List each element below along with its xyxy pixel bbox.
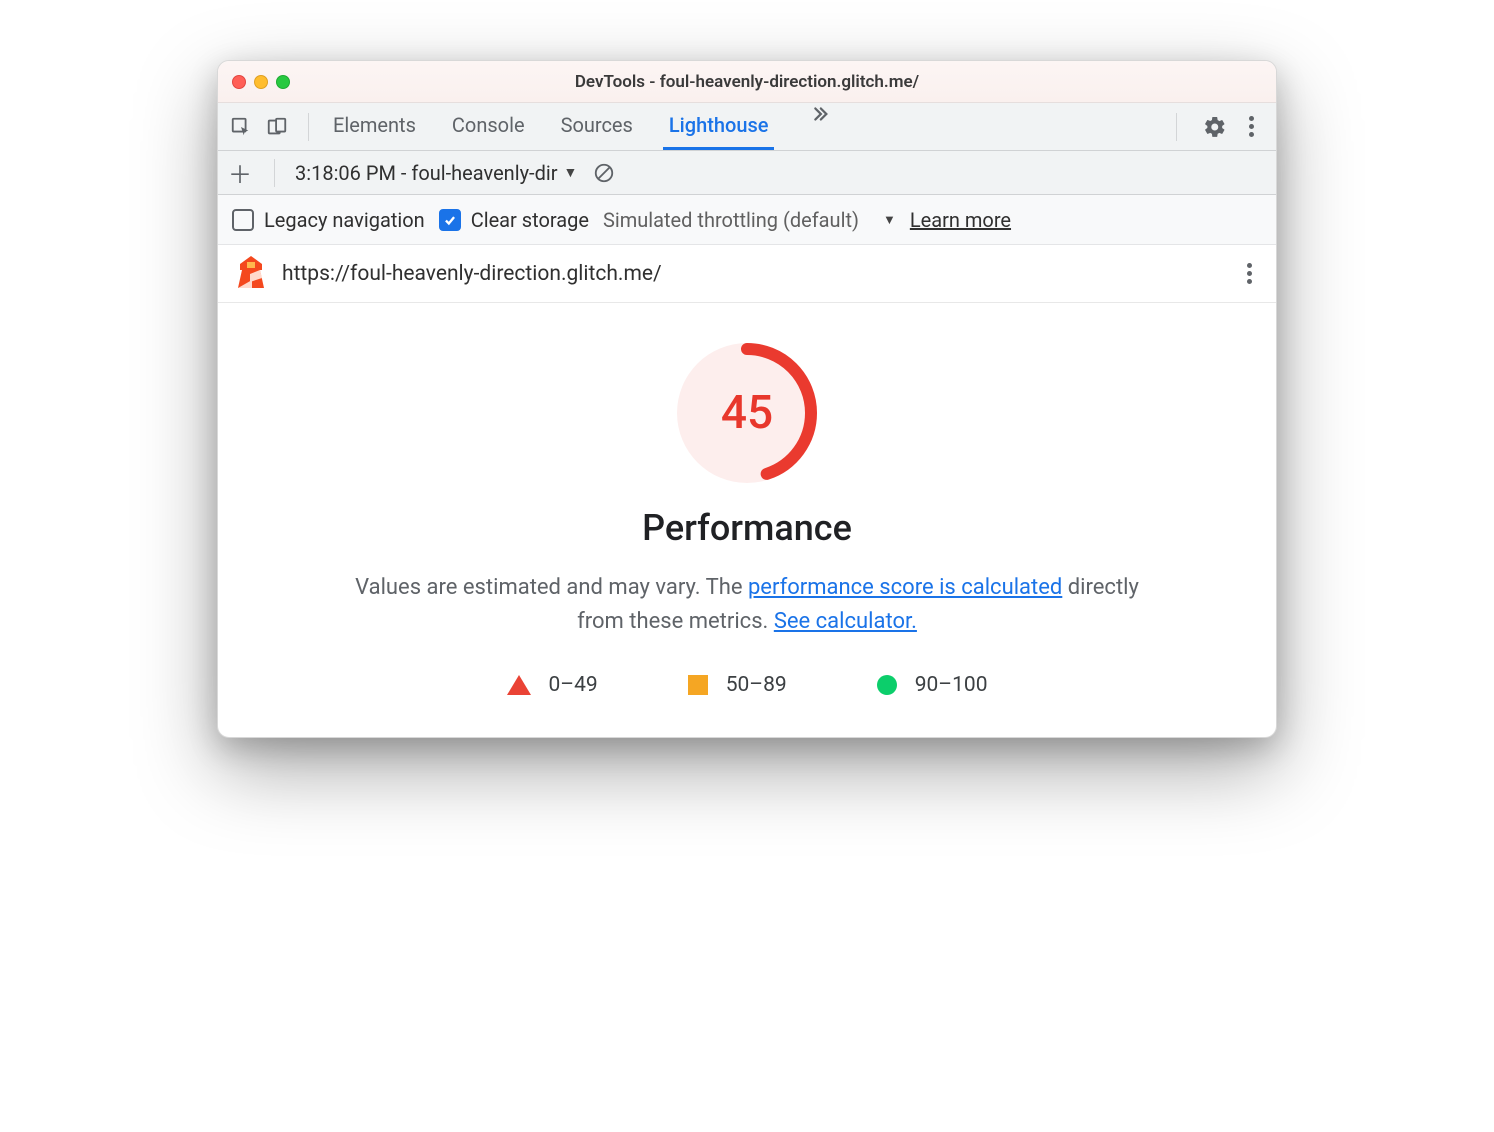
clear-storage-checkbox[interactable] [439, 209, 461, 231]
see-calculator-link[interactable]: See calculator. [774, 609, 917, 634]
more-tabs-icon[interactable] [798, 103, 840, 150]
circle-icon [877, 675, 897, 695]
separator [274, 159, 275, 187]
separator [1176, 113, 1177, 141]
tabs: Elements Console Sources Lighthouse [319, 103, 1166, 150]
traffic-lights [232, 75, 290, 89]
throttling-select[interactable]: Simulated throttling (default) ▼ [603, 208, 896, 232]
report-select-label: 3:18:06 PM - foul-heavenly-dir [295, 161, 558, 185]
legend-average: 50–89 [688, 673, 787, 697]
report-menu-icon[interactable] [1241, 257, 1258, 290]
tab-lighthouse[interactable]: Lighthouse [663, 103, 775, 150]
legend-fail: 0–49 [507, 673, 598, 697]
performance-gauge[interactable]: 45 [677, 343, 817, 483]
legend-pass: 90–100 [877, 673, 988, 697]
inspect-element-icon[interactable] [230, 116, 252, 138]
category-description: Values are estimated and may vary. The p… [347, 571, 1147, 639]
title-bar: DevTools - foul-heavenly-direction.glitc… [218, 61, 1276, 103]
tab-sources[interactable]: Sources [555, 103, 639, 150]
devtools-menu-icon[interactable] [1243, 110, 1260, 143]
tab-console[interactable]: Console [446, 103, 531, 150]
triangle-icon [507, 675, 531, 695]
legend-average-range: 50–89 [726, 673, 787, 697]
chevron-down-icon: ▼ [883, 212, 896, 228]
legend-fail-range: 0–49 [549, 673, 598, 697]
window-minimize-button[interactable] [254, 75, 268, 89]
lighthouse-toolbar: ＋ 3:18:06 PM - foul-heavenly-dir ▼ [218, 151, 1276, 195]
window-maximize-button[interactable] [276, 75, 290, 89]
learn-more-link[interactable]: Learn more [910, 208, 1011, 232]
lighthouse-logo-icon [236, 256, 266, 292]
legacy-navigation-option[interactable]: Legacy navigation [232, 208, 425, 232]
legacy-navigation-checkbox[interactable] [232, 209, 254, 231]
window-title: DevTools - foul-heavenly-direction.glitc… [218, 72, 1276, 92]
clear-storage-option[interactable]: Clear storage [439, 208, 589, 232]
devtools-tabbar: Elements Console Sources Lighthouse [218, 103, 1276, 151]
report-url: https://foul-heavenly-direction.glitch.m… [282, 262, 1225, 286]
lighthouse-options-bar: Legacy navigation Clear storage Simulate… [218, 195, 1276, 245]
tab-elements[interactable]: Elements [327, 103, 422, 150]
separator [308, 113, 309, 141]
performance-score: 45 [677, 343, 817, 483]
performance-score-link[interactable]: performance score is calculated [748, 575, 1062, 600]
category-title: Performance [248, 507, 1246, 549]
devtools-window: DevTools - foul-heavenly-direction.glitc… [217, 60, 1277, 738]
new-report-button[interactable]: ＋ [226, 155, 254, 190]
square-icon [688, 675, 708, 695]
window-close-button[interactable] [232, 75, 246, 89]
tabbar-left-icons [224, 116, 298, 138]
clear-storage-label: Clear storage [471, 208, 589, 232]
throttling-label: Simulated throttling (default) [603, 208, 859, 232]
chevron-down-icon: ▼ [564, 164, 578, 181]
score-legend: 0–49 50–89 90–100 [248, 673, 1246, 697]
report-content: 45 Performance Values are estimated and … [218, 303, 1276, 737]
desc-text: Values are estimated and may vary. The [355, 575, 748, 600]
legend-pass-range: 90–100 [915, 673, 988, 697]
clear-icon[interactable] [593, 162, 615, 184]
gear-icon[interactable] [1203, 115, 1227, 139]
legacy-navigation-label: Legacy navigation [264, 208, 425, 232]
device-toolbar-icon[interactable] [266, 116, 288, 138]
tabbar-right-icons [1166, 110, 1270, 143]
report-header: https://foul-heavenly-direction.glitch.m… [218, 245, 1276, 303]
report-select[interactable]: 3:18:06 PM - foul-heavenly-dir ▼ [295, 161, 577, 185]
